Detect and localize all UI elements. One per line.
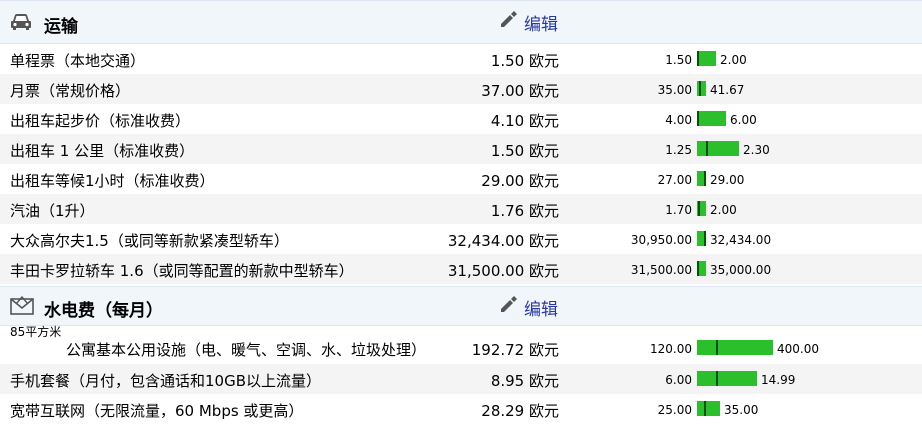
- range-min: 31,500.00: [630, 263, 692, 277]
- item-price: 1.50 欧元: [490, 142, 559, 160]
- cost-of-living-panel: 运输 编辑 单程票（本地交通） 1.50 欧元 1.50 2.00 月票（常规价格） 37…: [0, 0, 922, 425]
- item-label: 出租车等候1小时（标准收费）: [10, 172, 215, 190]
- price-marker: [697, 111, 699, 126]
- range-max: 35.00: [724, 403, 759, 417]
- range-max: 32,434.00: [710, 233, 772, 247]
- price-range-bar: [697, 371, 757, 386]
- edit-link-label: 编辑: [524, 15, 558, 35]
- item-price: 8.95 欧元: [490, 372, 559, 390]
- price-range-bar: [697, 141, 739, 156]
- edit-link-utilities[interactable]: 编辑: [498, 295, 558, 320]
- range-max: 6.00: [730, 113, 757, 127]
- item-label: 出租车起步价（标准收费）: [10, 112, 191, 130]
- range-min: 1.70: [665, 203, 692, 217]
- item-label: 汽油（1升）: [10, 202, 95, 220]
- item-label: 出租车 1 公里（标准收费）: [10, 142, 195, 160]
- table-row: 出租车起步价（标准收费） 4.10 欧元 4.00 6.00: [0, 104, 922, 134]
- table-row: 手机套餐（月付，包含通话和10GB以上流量） 8.95 欧元 6.00 14.99: [0, 364, 922, 394]
- range-max: 2.00: [720, 53, 747, 67]
- item-price: 37.00 欧元: [481, 82, 559, 100]
- range-min: 1.50: [665, 53, 692, 67]
- range-max: 29.00: [710, 173, 745, 187]
- range-max: 14.99: [761, 373, 796, 387]
- item-price: 1.76 欧元: [490, 202, 559, 220]
- range-max: 35,000.00: [710, 263, 772, 277]
- edit-link-label: 编辑: [524, 300, 558, 320]
- item-price: 4.10 欧元: [490, 112, 559, 130]
- mail-envelope-icon: [10, 295, 34, 320]
- item-label: 宽带互联网（无限流量，60 Mbps 或更高）: [10, 402, 304, 420]
- section-title-utilities: 水电费（每月）: [44, 301, 163, 321]
- item-label: 单程票（本地交通）: [10, 52, 146, 70]
- item-label: 公寓基本公用设施（电、暖气、空调、水、垃圾处理）: [66, 341, 427, 359]
- item-price: 192.72 欧元: [471, 341, 559, 359]
- table-row: 单程票（本地交通） 1.50 欧元 1.50 2.00: [0, 44, 922, 74]
- price-marker: [716, 340, 718, 355]
- item-price: 32,434.00 欧元: [447, 232, 559, 250]
- price-range-bar: [697, 51, 716, 66]
- range-max: 2.00: [710, 203, 737, 217]
- table-row: 出租车 1 公里（标准收费） 1.50 欧元 1.25 2.30: [0, 134, 922, 164]
- edit-link-transport[interactable]: 编辑: [498, 10, 558, 35]
- range-max: 41.67: [710, 83, 745, 97]
- section-title-transport: 运输: [44, 17, 78, 37]
- item-label: 丰田卡罗拉轿车 1.6（或同等配置的新款中型轿车）: [10, 262, 354, 280]
- price-range-bar: [697, 401, 720, 416]
- price-marker: [697, 51, 699, 66]
- pencil-icon: [498, 10, 518, 35]
- item-price: 28.29 欧元: [481, 402, 559, 420]
- price-marker: [704, 231, 706, 246]
- price-marker: [706, 141, 708, 156]
- item-price: 29.00 欧元: [481, 172, 559, 190]
- range-min: 120.00: [650, 342, 692, 356]
- price-marker: [704, 401, 706, 416]
- table-row: 出租车等候1小时（标准收费） 29.00 欧元 27.00 29.00: [0, 164, 922, 194]
- price-range-bar: [697, 340, 773, 355]
- range-max: 2.30: [743, 143, 770, 157]
- range-min: 35.00: [657, 83, 692, 97]
- section-header-transport: 运输 编辑: [0, 0, 922, 44]
- price-marker: [716, 371, 718, 386]
- table-row: 大众高尔夫1.5（或同等新款紧凑型轿车） 32,434.00 欧元 30,950.0…: [0, 224, 922, 254]
- item-label: 大众高尔夫1.5（或同等新款紧凑型轿车）: [10, 232, 289, 250]
- range-min: 6.00: [665, 373, 692, 387]
- item-price: 1.50 欧元: [490, 52, 559, 70]
- item-label: 手机套餐（月付，包含通话和10GB以上流量）: [10, 372, 322, 390]
- table-row: 汽油（1升） 1.76 欧元 1.70 2.00: [0, 194, 922, 224]
- car-icon: [10, 13, 32, 35]
- price-range-bar: [697, 261, 706, 276]
- price-marker: [704, 171, 706, 186]
- range-min: 4.00: [665, 113, 692, 127]
- price-range-bar: [697, 171, 706, 186]
- item-price: 31,500.00 欧元: [447, 262, 559, 280]
- table-row: 丰田卡罗拉轿车 1.6（或同等配置的新款中型轿车） 31,500.00 欧元 31,…: [0, 254, 922, 284]
- item-label: 月票（常规价格）: [10, 82, 131, 100]
- price-range-bar: [697, 111, 726, 126]
- section-header-utilities: 水电费（每月） 编辑: [0, 286, 922, 326]
- range-min: 30,950.00: [630, 233, 692, 247]
- range-min: 27.00: [657, 173, 692, 187]
- range-min: 1.25: [665, 143, 692, 157]
- price-marker: [698, 201, 700, 216]
- table-row: 公寓基本公用设施（电、暖气、空调、水、垃圾处理） 192.72 欧元 120.00 4…: [0, 333, 922, 363]
- pencil-icon: [498, 295, 518, 320]
- range-min: 25.00: [657, 403, 692, 417]
- table-row: 宽带互联网（无限流量，60 Mbps 或更高） 28.29 欧元 25.00 35.0…: [0, 394, 922, 424]
- table-row: 月票（常规价格） 37.00 欧元 35.00 41.67: [0, 74, 922, 104]
- range-max: 400.00: [777, 342, 819, 356]
- price-marker: [697, 261, 699, 276]
- price-range-bar: [697, 231, 706, 246]
- price-range-bar: [697, 201, 706, 216]
- price-range-bar: [697, 81, 706, 96]
- price-marker: [699, 81, 701, 96]
